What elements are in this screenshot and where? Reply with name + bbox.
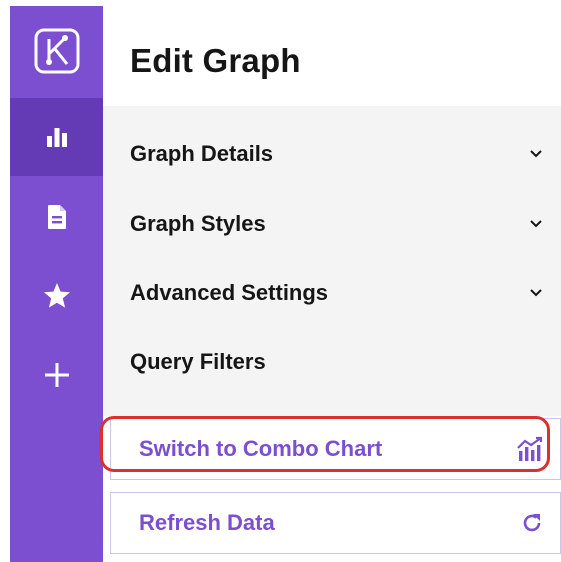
accordion-label: Graph Details — [130, 141, 274, 166]
sidebar-item-documents[interactable] — [10, 178, 103, 256]
action-label: Switch to Combo Chart — [139, 436, 383, 461]
sidebar-item-favorites[interactable] — [10, 256, 103, 334]
sidebar — [10, 6, 103, 562]
accordion-graph-styles[interactable]: Graph Styles — [130, 204, 543, 244]
main-panel: Edit Graph Graph Details Graph Styles Ad… — [103, 6, 561, 562]
accordion-advanced-settings[interactable]: Advanced Settings — [130, 273, 543, 313]
chevron-down-icon — [530, 150, 542, 158]
plus-icon — [44, 363, 69, 387]
document-icon — [47, 205, 66, 229]
accordion-query-filters[interactable]: Query Filters — [130, 342, 543, 382]
combo-chart-icon — [517, 436, 543, 461]
switch-combo-chart-button[interactable]: Switch to Combo Chart — [110, 418, 561, 480]
sidebar-item-graphs[interactable] — [10, 98, 103, 176]
accordion-label: Query Filters — [130, 349, 266, 374]
sidebar-item-add[interactable] — [10, 336, 103, 414]
accordion-graph-details[interactable]: Graph Details — [130, 134, 543, 174]
page-title: Edit Graph — [130, 42, 301, 79]
chevron-down-icon — [530, 220, 542, 228]
bar-chart-icon — [46, 128, 67, 147]
star-icon — [43, 282, 70, 308]
accordion-label: Advanced Settings — [130, 280, 329, 305]
app-logo-icon[interactable] — [10, 6, 103, 96]
action-label: Refresh Data — [139, 510, 275, 535]
chevron-down-icon — [530, 289, 542, 297]
accordion-label: Graph Styles — [130, 211, 266, 236]
app-frame: Edit Graph Graph Details Graph Styles Ad… — [10, 6, 561, 562]
refresh-data-button[interactable]: Refresh Data — [110, 492, 561, 554]
settings-panel: Graph Details Graph Styles Advanced Sett… — [103, 106, 561, 416]
refresh-icon — [523, 514, 541, 532]
